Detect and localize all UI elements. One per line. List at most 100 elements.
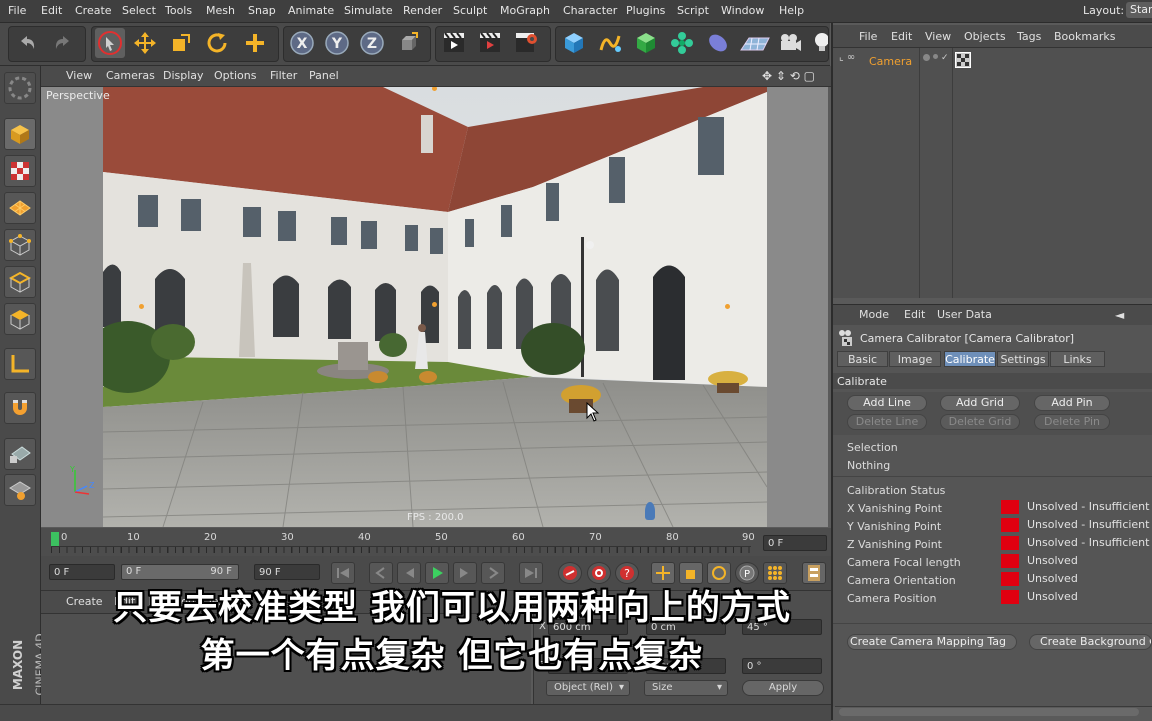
z-axis-icon[interactable]: Z: [357, 28, 387, 58]
om-menu-file[interactable]: File: [859, 30, 877, 43]
viewport-menu-cameras[interactable]: Cameras: [106, 69, 155, 82]
menu-window[interactable]: Window: [721, 4, 764, 17]
current-frame-field[interactable]: 0 F: [763, 535, 827, 551]
start-frame-field[interactable]: 0 F: [49, 564, 115, 580]
viewport-menu-display[interactable]: Display: [163, 69, 204, 82]
om-menu-objects[interactable]: Objects: [964, 30, 1006, 43]
tab-calibrate[interactable]: Calibrate: [944, 351, 996, 367]
x-axis-icon[interactable]: X: [287, 28, 317, 58]
menu-animate[interactable]: Animate: [288, 4, 334, 17]
polygons-mode-icon[interactable]: [4, 303, 36, 335]
om-menu-bookmarks[interactable]: Bookmarks: [1054, 30, 1115, 43]
deformer-icon[interactable]: [703, 28, 733, 58]
timeline-ruler[interactable]: 0 10 20 30 40 50 60 70 80 90 0 F: [41, 528, 831, 556]
menu-render[interactable]: Render: [403, 4, 442, 17]
magnet-icon[interactable]: [4, 392, 36, 424]
menu-snap[interactable]: Snap: [248, 4, 276, 17]
add-icon[interactable]: [240, 28, 270, 58]
floor-icon[interactable]: [737, 28, 773, 58]
cloner-icon[interactable]: [667, 28, 697, 58]
render-view-icon[interactable]: [439, 28, 469, 58]
menu-select[interactable]: Select: [122, 4, 156, 17]
workplane-icon[interactable]: [4, 192, 36, 224]
locked-workplane-icon[interactable]: [4, 438, 36, 470]
menu-character[interactable]: Character: [563, 4, 617, 17]
add-grid-button[interactable]: Add Grid: [940, 395, 1020, 411]
viewport[interactable]: Perspective YZ FPS : 200.0: [41, 87, 828, 527]
am-menu-mode[interactable]: Mode: [859, 308, 889, 321]
move-icon[interactable]: [130, 28, 160, 58]
back-arrow-icon[interactable]: ◄: [1115, 308, 1124, 322]
om-menu-view[interactable]: View: [925, 30, 951, 43]
object-row-camera[interactable]: ⌞ ∞ Camera ✓: [833, 50, 1152, 70]
section-header[interactable]: Calibrate: [833, 373, 1152, 389]
render-to-picture-viewer-icon[interactable]: [475, 28, 505, 58]
camera-icon[interactable]: [775, 28, 805, 58]
calibration-handle[interactable]: [139, 304, 144, 309]
playhead[interactable]: [51, 532, 59, 546]
object-name[interactable]: Camera: [869, 55, 912, 68]
horizontal-scrollbar[interactable]: [839, 708, 1139, 716]
menu-tools[interactable]: Tools: [165, 4, 192, 17]
viewport-menu-panel[interactable]: Panel: [309, 69, 339, 82]
delete-line-button[interactable]: Delete Line: [847, 414, 927, 430]
spline-pen-icon[interactable]: [595, 28, 625, 58]
visibility-dot-icon[interactable]: [923, 54, 930, 61]
tab-basic[interactable]: Basic: [837, 351, 888, 367]
pin-icon[interactable]: [645, 502, 655, 520]
menu-sculpt[interactable]: Sculpt: [453, 4, 487, 17]
render-settings-icon[interactable]: [511, 28, 541, 58]
texture-mode-icon[interactable]: [4, 155, 36, 187]
coordinate-mode-select[interactable]: Object (Rel) ▾: [546, 680, 630, 696]
add-line-button[interactable]: Add Line: [847, 395, 927, 411]
size-mode-select[interactable]: Size ▾: [644, 680, 728, 696]
scale-icon[interactable]: [166, 28, 196, 58]
apply-button[interactable]: Apply: [742, 680, 824, 696]
viewport-navigation-icon[interactable]: ✥ ⇕ ⟲ ▢: [762, 69, 815, 83]
end-frame-field[interactable]: 90 F: [254, 564, 320, 580]
enable-check-icon[interactable]: ✓: [941, 53, 949, 63]
menu-simulate[interactable]: Simulate: [344, 4, 393, 17]
y-axis-icon[interactable]: Y: [322, 28, 352, 58]
redo-icon[interactable]: [48, 28, 78, 58]
axis-mode-icon[interactable]: [4, 348, 36, 380]
menu-create[interactable]: Create: [75, 4, 112, 17]
viewport-menu-view[interactable]: View: [66, 69, 92, 82]
layout-select[interactable]: Star: [1126, 2, 1152, 18]
menu-mograph[interactable]: MoGraph: [500, 4, 550, 17]
calibrator-tag-icon[interactable]: [955, 52, 971, 68]
calibration-handle[interactable]: [725, 304, 730, 309]
menu-edit[interactable]: Edit: [41, 4, 62, 17]
am-menu-edit[interactable]: Edit: [904, 308, 925, 321]
viewport-menu-filter[interactable]: Filter: [270, 69, 297, 82]
model-mode-icon[interactable]: [4, 118, 36, 150]
frame-range-slider[interactable]: 0 F 90 F: [121, 564, 239, 580]
add-pin-button[interactable]: Add Pin: [1034, 395, 1110, 411]
tab-settings[interactable]: Settings: [997, 351, 1049, 367]
menu-plugins[interactable]: Plugins: [626, 4, 665, 17]
rotate-icon[interactable]: [202, 28, 232, 58]
delete-grid-button[interactable]: Delete Grid: [940, 414, 1020, 430]
render-dot-icon[interactable]: [933, 54, 938, 59]
viewport-menu-options[interactable]: Options: [214, 69, 256, 82]
planar-workplane-icon[interactable]: [4, 474, 36, 506]
menu-script[interactable]: Script: [677, 4, 709, 17]
points-mode-icon[interactable]: [4, 229, 36, 261]
tab-image[interactable]: Image: [889, 351, 941, 367]
menu-file[interactable]: File: [8, 4, 26, 17]
am-menu-user-data[interactable]: User Data: [937, 308, 992, 321]
delete-pin-button[interactable]: Delete Pin: [1034, 414, 1110, 430]
light-icon[interactable]: [808, 28, 830, 58]
om-menu-edit[interactable]: Edit: [891, 30, 912, 43]
calibration-handle[interactable]: [432, 302, 437, 307]
menu-mesh[interactable]: Mesh: [206, 4, 235, 17]
edges-mode-icon[interactable]: [4, 266, 36, 298]
live-selection-icon[interactable]: [95, 28, 125, 58]
cube-icon[interactable]: [559, 28, 589, 58]
make-editable-icon[interactable]: [4, 72, 36, 104]
undo-icon[interactable]: [12, 28, 42, 58]
om-menu-tags[interactable]: Tags: [1017, 30, 1041, 43]
tab-links[interactable]: Links: [1050, 351, 1105, 367]
coordinate-system-icon[interactable]: [394, 28, 424, 58]
subdivision-icon[interactable]: [631, 28, 661, 58]
